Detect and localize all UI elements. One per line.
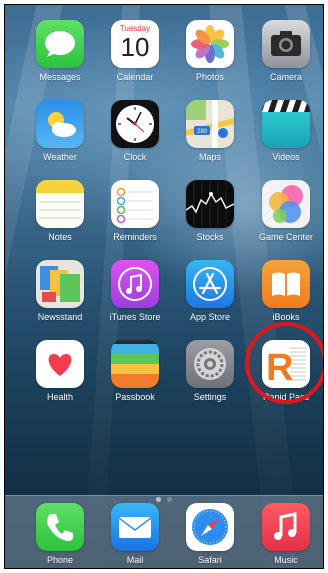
app-calendar[interactable]: Tuesday 10 Calendar bbox=[97, 20, 173, 82]
music-icon bbox=[262, 503, 310, 551]
app-label: Reminders bbox=[113, 232, 157, 242]
photos-icon bbox=[186, 20, 234, 68]
home-screen: Messages Tuesday 10 Calendar Photos Came… bbox=[4, 4, 324, 569]
clock-icon bbox=[111, 100, 159, 148]
dock-mail[interactable]: Mail bbox=[97, 503, 173, 565]
app-label: Phone bbox=[46, 555, 74, 565]
itunes-store-icon bbox=[111, 260, 159, 308]
app-label: Game Center bbox=[258, 232, 314, 242]
app-itunes-store[interactable]: iTunes Store bbox=[97, 260, 173, 322]
app-label: Health bbox=[46, 392, 73, 402]
app-label: Maps bbox=[198, 152, 221, 162]
dock-phone[interactable]: Phone bbox=[22, 503, 98, 565]
app-weather[interactable]: Weather bbox=[22, 100, 98, 162]
app-camera[interactable]: Camera bbox=[248, 20, 323, 82]
reminders-icon bbox=[111, 180, 159, 228]
app-videos[interactable]: Videos bbox=[248, 100, 323, 162]
videos-icon bbox=[262, 100, 310, 148]
app-passbook[interactable]: Passbook bbox=[97, 340, 173, 402]
health-icon bbox=[36, 340, 84, 388]
highlight-circle bbox=[245, 322, 323, 404]
app-settings[interactable]: Settings bbox=[172, 340, 248, 402]
app-store-icon bbox=[186, 260, 234, 308]
mail-icon bbox=[111, 503, 159, 551]
game-center-icon bbox=[262, 180, 310, 228]
app-notes[interactable]: Notes bbox=[22, 180, 98, 242]
app-label: Camera bbox=[269, 72, 302, 82]
app-ibooks[interactable]: iBooks bbox=[248, 260, 323, 322]
app-label: Stocks bbox=[196, 232, 224, 242]
app-stocks[interactable]: Stocks bbox=[172, 180, 248, 242]
calendar-icon: Tuesday 10 bbox=[111, 20, 159, 68]
app-label: Photos bbox=[195, 72, 225, 82]
app-label: Settings bbox=[193, 392, 227, 402]
dock-music[interactable]: Music bbox=[248, 503, 323, 565]
app-label: Calendar bbox=[116, 72, 154, 82]
app-label: Music bbox=[274, 555, 298, 565]
app-label: iBooks bbox=[272, 312, 300, 322]
ibooks-icon bbox=[262, 260, 310, 308]
newsstand-icon bbox=[36, 260, 84, 308]
stocks-icon bbox=[186, 180, 234, 228]
calendar-day: 10 bbox=[120, 32, 150, 62]
app-label: Passbook bbox=[115, 392, 155, 402]
app-label: Safari bbox=[198, 555, 222, 565]
app-label: Weather bbox=[43, 152, 77, 162]
maps-icon: 280 bbox=[186, 100, 234, 148]
app-label: App Store bbox=[189, 312, 231, 322]
notes-icon bbox=[36, 180, 84, 228]
camera-icon bbox=[262, 20, 310, 68]
app-label: Videos bbox=[272, 152, 300, 162]
weather-icon bbox=[36, 100, 84, 148]
app-label: Newsstand bbox=[37, 312, 83, 322]
dock-safari[interactable]: Safari bbox=[172, 503, 248, 565]
app-photos[interactable]: Photos bbox=[172, 20, 248, 82]
app-label: Notes bbox=[48, 232, 72, 242]
app-label: Clock bbox=[123, 152, 147, 162]
app-label: Mail bbox=[126, 555, 144, 565]
app-label: Messages bbox=[39, 72, 81, 82]
app-newsstand[interactable]: Newsstand bbox=[22, 260, 98, 322]
app-clock[interactable]: Clock bbox=[97, 100, 173, 162]
app-reminders[interactable]: Reminders bbox=[97, 180, 173, 242]
app-game-center[interactable]: Game Center bbox=[248, 180, 323, 242]
app-label: iTunes Store bbox=[109, 312, 161, 322]
app-health[interactable]: Health bbox=[22, 340, 98, 402]
safari-icon bbox=[186, 503, 234, 551]
passbook-icon bbox=[111, 340, 159, 388]
phone-icon bbox=[36, 503, 84, 551]
settings-icon bbox=[186, 340, 234, 388]
maps-sign-number: 280 bbox=[197, 129, 208, 135]
app-app-store[interactable]: App Store bbox=[172, 260, 248, 322]
app-maps[interactable]: 280 Maps bbox=[172, 100, 248, 162]
app-messages[interactable]: Messages bbox=[22, 20, 98, 82]
messages-icon bbox=[36, 20, 84, 68]
